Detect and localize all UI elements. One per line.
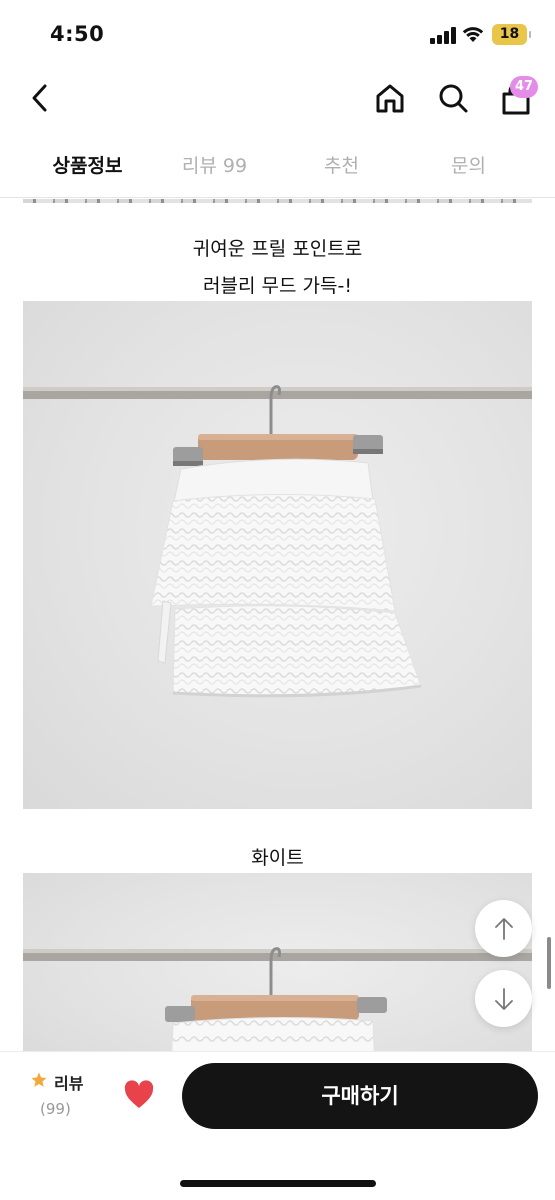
product-photo-skirt: [23, 301, 532, 809]
previous-image-edge: [23, 199, 532, 203]
arrow-down-icon: [494, 987, 513, 1010]
heart-icon: [124, 1080, 154, 1108]
review-label: 리뷰: [54, 1074, 84, 1093]
bottom-action-bar: 리뷰 (99) 구매하기: [0, 1051, 555, 1200]
home-icon: [376, 84, 404, 113]
scrollbar[interactable]: [547, 937, 551, 989]
status-time: 4:50: [50, 22, 105, 46]
tab-inquiry[interactable]: 문의: [405, 140, 532, 197]
color-caption: 화이트: [251, 847, 304, 869]
tab-recommend[interactable]: 추천: [278, 140, 405, 197]
search-button[interactable]: [433, 78, 473, 118]
wishlist-button[interactable]: [123, 1080, 157, 1112]
battery-indicator: 18: [492, 24, 531, 45]
back-button[interactable]: [22, 78, 58, 118]
product-photo-white: [23, 873, 532, 1051]
star-icon: [31, 1072, 47, 1087]
caption-line-1: 귀여운 프릴 포인트로: [192, 238, 363, 260]
buy-button[interactable]: 구매하기: [182, 1063, 538, 1129]
product-tabs: 상품정보 리뷰 99 추천 문의: [0, 140, 555, 203]
home-button[interactable]: [370, 78, 410, 118]
scroll-up-button[interactable]: [475, 900, 532, 957]
cellular-signal-icon: [430, 26, 456, 44]
arrow-up-icon: [494, 917, 513, 940]
status-bar: 4:50 18: [0, 0, 555, 70]
search-icon: [439, 84, 468, 113]
nav-bar: [0, 70, 555, 130]
tab-product-info[interactable]: 상품정보: [24, 140, 151, 203]
review-count: (99): [40, 1100, 71, 1118]
product-detail-content: 귀여운 프릴 포인트로 러블리 무드 가득-! 화이트: [0, 199, 555, 1051]
scroll-down-button[interactable]: [475, 970, 532, 1027]
home-indicator: [180, 1180, 376, 1187]
back-icon: [32, 84, 47, 112]
wifi-icon: [462, 27, 484, 42]
caption-line-2: 러블리 무드 가득-!: [203, 275, 352, 297]
cart-count-badge: 47: [510, 76, 539, 98]
tab-reviews[interactable]: 리뷰 99: [151, 140, 278, 197]
